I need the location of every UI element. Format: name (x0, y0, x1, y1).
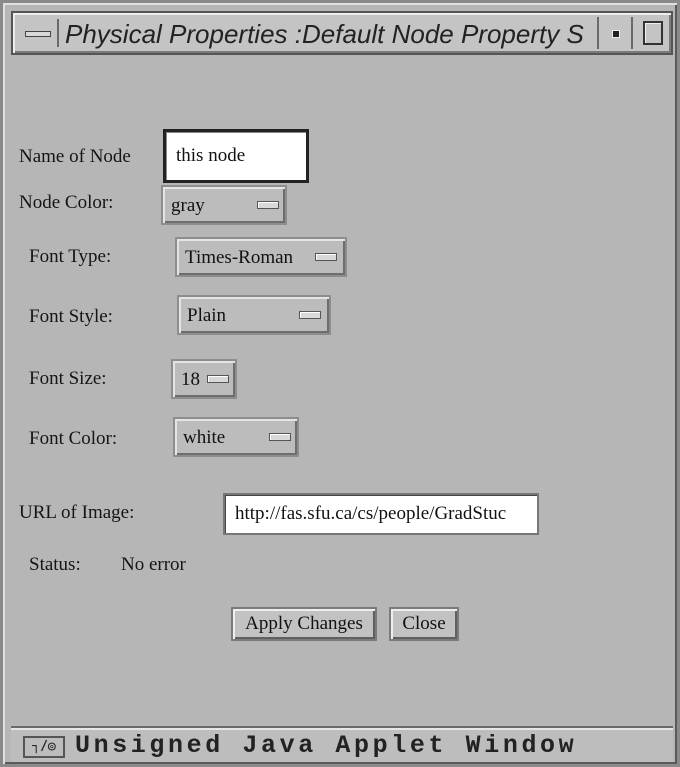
java-applet-icon: ┐/◎ (23, 736, 65, 758)
dropdown-indicator-icon (269, 433, 291, 441)
dropdown-indicator-icon (207, 375, 229, 383)
node-color-select[interactable]: gray (161, 185, 287, 225)
window-title: Physical Properties :Default Node Proper… (65, 19, 584, 49)
applet-warning-bar: ┐/◎ Unsigned Java Applet Window (11, 726, 673, 762)
font-color-label: Font Color: (29, 428, 118, 449)
font-color-value: white (183, 427, 226, 448)
close-button[interactable]: Close (389, 607, 459, 641)
apply-changes-button[interactable]: Apply Changes (231, 607, 377, 641)
font-type-select[interactable]: Times-Roman (175, 237, 347, 277)
font-type-value: Times-Roman (185, 247, 294, 268)
title-bar[interactable]: Physical Properties :Default Node Proper… (11, 11, 673, 55)
url-label: URL of Image: (19, 502, 135, 523)
node-color-label: Node Color: (19, 192, 114, 213)
dialog-window: Physical Properties :Default Node Proper… (0, 0, 680, 767)
status-value: No error (121, 554, 186, 575)
maximize-button[interactable] (637, 17, 669, 49)
node-name-input[interactable]: this node (163, 129, 309, 183)
name-label: Name of Node (19, 146, 131, 167)
minimize-icon (612, 30, 620, 38)
dropdown-indicator-icon (257, 201, 279, 209)
dropdown-indicator-icon (315, 253, 337, 261)
dropdown-indicator-icon (299, 311, 321, 319)
font-size-value: 18 (181, 369, 200, 390)
image-url-input[interactable]: http://fas.sfu.ca/cs/people/GradStuc (223, 493, 539, 535)
node-color-value: gray (171, 195, 205, 216)
font-color-select[interactable]: white (173, 417, 299, 457)
minimize-button[interactable] (597, 17, 633, 49)
font-style-label: Font Style: (29, 306, 113, 327)
font-size-select[interactable]: 18 (171, 359, 237, 399)
font-size-label: Font Size: (29, 368, 107, 389)
font-style-select[interactable]: Plain (177, 295, 331, 335)
font-type-label: Font Type: (29, 246, 112, 267)
font-style-value: Plain (187, 305, 227, 326)
status-label: Status: (29, 554, 81, 575)
window-menu-button[interactable] (19, 19, 59, 47)
window-menu-icon (25, 31, 51, 37)
applet-warning-text: Unsigned Java Applet Window (75, 731, 578, 760)
maximize-icon (643, 21, 663, 45)
